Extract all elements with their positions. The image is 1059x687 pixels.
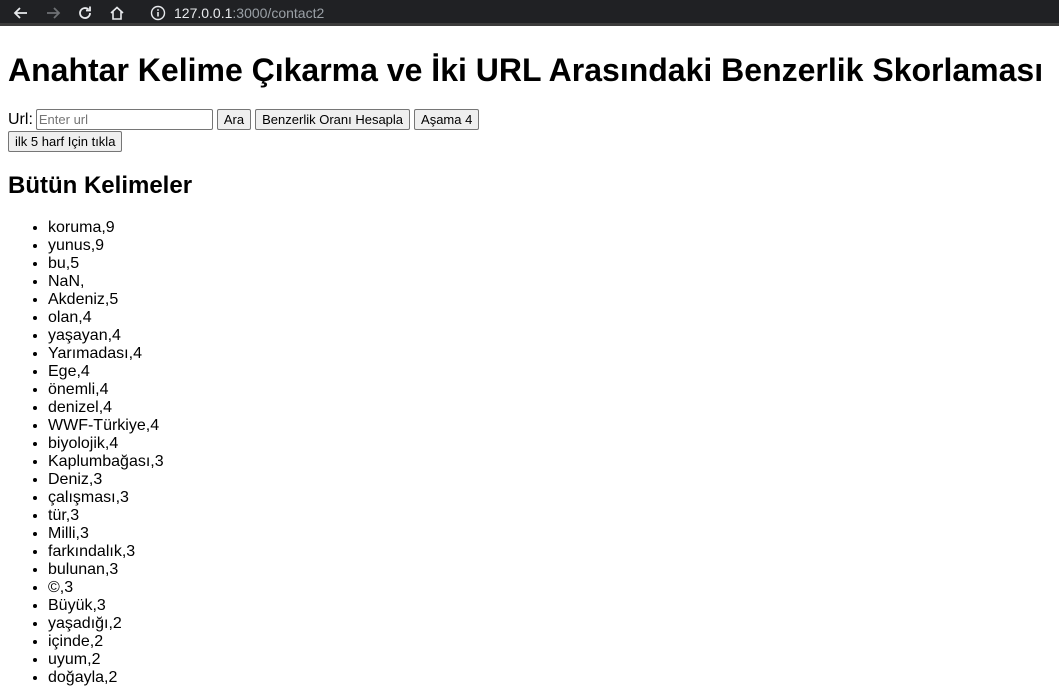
search-button[interactable]: Ara [216, 109, 252, 130]
back-button[interactable] [10, 2, 32, 24]
home-button[interactable] [106, 2, 128, 24]
similarity-button[interactable]: Benzerlik Oranı Hesapla [255, 109, 411, 130]
list-item: Akdeniz,5 [48, 291, 1051, 309]
list-item: Kaplumbağası,3 [48, 453, 1051, 471]
list-item: çalışması,3 [48, 489, 1051, 507]
list-item: doğayla,2 [48, 669, 1051, 687]
stage4-button[interactable]: Aşama 4 [414, 109, 480, 130]
words-heading: Bütün Kelimeler [8, 172, 193, 199]
forward-button[interactable] [42, 2, 64, 24]
list-item: farkındalık,3 [48, 543, 1051, 561]
first-five-letters-button[interactable]: ilk 5 harf Için tıkla [8, 131, 123, 152]
list-item: ©,3 [48, 579, 1051, 597]
list-item: Milli,3 [48, 525, 1051, 543]
forward-arrow-icon [47, 7, 61, 19]
list-item: içinde,2 [48, 633, 1051, 651]
list-item: Büyük,3 [48, 597, 1051, 615]
browser-toolbar: 127.0.0.1:3000/contact2 [0, 0, 1059, 26]
list-item: biyolojik,4 [48, 435, 1051, 453]
list-item: Deniz,3 [48, 471, 1051, 489]
word-list: koruma,9 yunus,9 bu,5 NaN, Akdeniz,5 ola… [8, 219, 1051, 687]
list-item: koruma,9 [48, 219, 1051, 237]
list-item: uyum,2 [48, 651, 1051, 669]
list-item: yaşayan,4 [48, 327, 1051, 345]
home-icon [110, 6, 124, 20]
url-form: Url: Ara Benzerlik Oranı Hesapla Aşama 4 [8, 109, 1051, 130]
list-item: yaşadığı,2 [48, 615, 1051, 633]
back-arrow-icon [13, 7, 27, 19]
list-item: yunus,9 [48, 237, 1051, 255]
info-icon[interactable] [150, 5, 166, 21]
list-item: önemli,4 [48, 381, 1051, 399]
url-host: 127.0.0.1 [174, 5, 233, 21]
list-item: bu,5 [48, 255, 1051, 273]
list-item: NaN, [48, 273, 1051, 291]
second-row: ilk 5 harf Için tıkla [8, 130, 1051, 152]
reload-button[interactable] [74, 2, 96, 24]
page-title: Anahtar Kelime Çıkarma ve İki URL Arasın… [8, 52, 1044, 88]
page-content: Anahtar Kelime Çıkarma ve İki URL Arasın… [0, 52, 1059, 687]
url-path: :3000/contact2 [232, 5, 325, 21]
list-item: Ege,4 [48, 363, 1051, 381]
url-input[interactable] [35, 109, 213, 130]
list-item: tür,3 [48, 507, 1051, 525]
list-item: bulunan,3 [48, 561, 1051, 579]
list-item: olan,4 [48, 309, 1051, 327]
list-item: Yarımadası,4 [48, 345, 1051, 363]
address-bar[interactable]: 127.0.0.1:3000/contact2 [150, 1, 324, 25]
reload-icon [79, 6, 91, 19]
url-label: Url: [8, 110, 33, 128]
list-item: WWF-Türkiye,4 [48, 417, 1051, 435]
list-item: denizel,4 [48, 399, 1051, 417]
